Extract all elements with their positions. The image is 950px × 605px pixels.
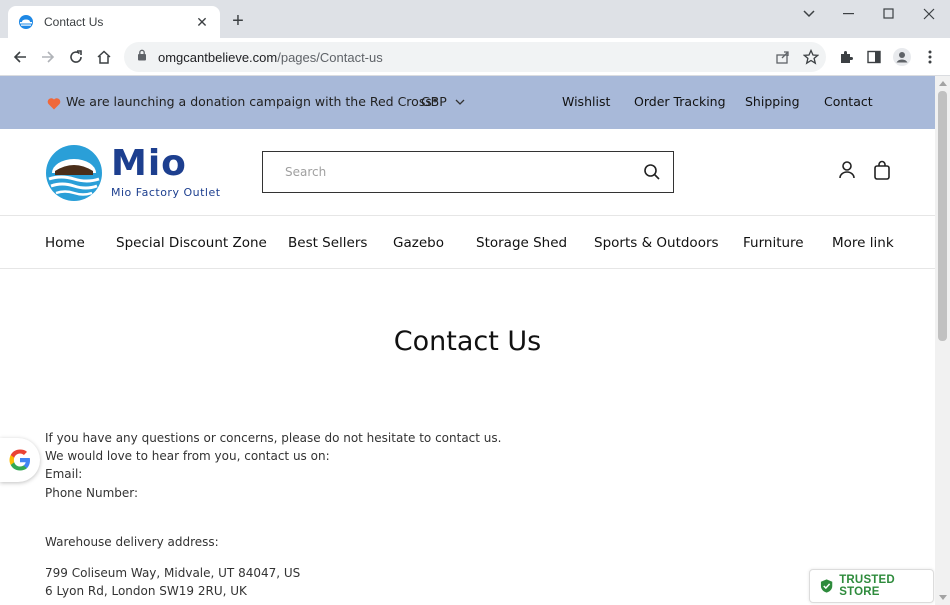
browser-tab[interactable]: Contact Us ✕ [8, 6, 220, 38]
nav-furniture[interactable]: Furniture [743, 235, 804, 251]
page-scrollbar[interactable] [935, 76, 950, 605]
tab-title: Contact Us [44, 15, 104, 29]
extensions-puzzle-icon[interactable] [834, 45, 858, 69]
nav-storage-shed[interactable]: Storage Shed [476, 235, 567, 251]
search-icon[interactable] [643, 163, 661, 181]
tab-search-chevron-icon[interactable] [794, 4, 824, 24]
url-text[interactable]: omgcantbelieve.com/pages/Contact-us [158, 50, 383, 65]
home-icon[interactable] [92, 45, 116, 69]
page-viewport: We are launching a donation campaign wit… [0, 76, 935, 605]
address-bar[interactable]: omgcantbelieve.com/pages/Contact-us [124, 42, 826, 72]
address-us: 799 Coliseum Way, Midvale, UT 84047, US [45, 566, 301, 580]
logo-subtitle: Mio Factory Outlet [111, 186, 221, 199]
bookmark-star-icon[interactable] [800, 46, 822, 68]
shipping-link[interactable]: Shipping [745, 94, 800, 109]
share-icon[interactable] [772, 46, 794, 68]
warehouse-label: Warehouse delivery address: [45, 535, 219, 549]
search-input[interactable] [285, 165, 625, 179]
maximize-icon[interactable] [874, 4, 904, 24]
contact-intro-line: If you have any questions or concerns, p… [45, 431, 502, 445]
nav-special-discount-zone[interactable]: Special Discount Zone [116, 235, 267, 251]
browser-toolbar: omgcantbelieve.com/pages/Contact-us [0, 38, 950, 76]
currency-label: GBP [421, 94, 447, 109]
logo-wordmark: Mio [111, 143, 187, 184]
browser-menu-icon[interactable] [918, 45, 942, 69]
forward-arrow-icon[interactable] [36, 45, 60, 69]
lock-icon[interactable] [136, 48, 148, 66]
google-g-icon [9, 449, 30, 471]
trusted-store-label: TRUSTED STORE [839, 574, 895, 598]
shield-check-icon [820, 579, 833, 593]
wishlist-link[interactable]: Wishlist [562, 94, 610, 109]
email-label: Email: [45, 467, 83, 481]
nav-more-link[interactable]: More link [832, 235, 894, 251]
minimize-icon[interactable] [834, 4, 864, 24]
contact-link[interactable]: Contact [824, 94, 873, 109]
scroll-thumb[interactable] [938, 91, 947, 341]
back-arrow-icon[interactable] [8, 45, 32, 69]
account-user-icon[interactable] [836, 159, 858, 181]
scroll-up-arrow-icon[interactable] [939, 81, 947, 86]
nav-sports-outdoors[interactable]: Sports & Outdoors [594, 235, 719, 251]
order-tracking-link[interactable]: Order Tracking [634, 94, 726, 109]
new-tab-plus-icon[interactable]: + [228, 11, 248, 31]
reload-icon[interactable] [64, 45, 88, 69]
address-uk: 6 Lyon Rd, London SW19 2RU, UK [45, 584, 247, 598]
profile-avatar-icon[interactable] [890, 45, 914, 69]
shopping-bag-icon[interactable] [871, 159, 893, 181]
phone-label: Phone Number: [45, 486, 139, 500]
chevron-down-icon [455, 99, 465, 105]
site-favicon-icon [18, 14, 34, 30]
nav-gazebo[interactable]: Gazebo [393, 235, 444, 251]
currency-selector[interactable]: GBP [421, 94, 465, 109]
trusted-store-badge[interactable]: TRUSTED STORE [809, 569, 934, 603]
side-panel-icon[interactable] [862, 45, 886, 69]
tab-close-icon[interactable]: ✕ [194, 14, 210, 31]
announcement-message[interactable]: We are launching a donation campaign wit… [66, 94, 438, 109]
site-header: Mio Mio Factory Outlet [0, 129, 935, 216]
site-logo[interactable]: Mio Mio Factory Outlet [45, 143, 225, 203]
logo-emblem-icon [46, 145, 102, 201]
nav-best-sellers[interactable]: Best Sellers [288, 235, 367, 251]
announcement-bar: We are launching a donation campaign wit… [0, 76, 935, 129]
nav-home[interactable]: Home [45, 235, 85, 251]
scroll-down-arrow-icon[interactable] [939, 595, 947, 600]
search-box [262, 151, 674, 193]
main-navigation: Home Special Discount Zone Best Sellers … [0, 216, 935, 269]
close-window-icon[interactable] [914, 4, 944, 24]
page-title: Contact Us [393, 326, 542, 357]
browser-tabstrip: Contact Us ✕ + [0, 0, 950, 38]
contact-intro-line: We would love to hear from you, contact … [45, 449, 330, 463]
heart-icon [47, 95, 61, 110]
